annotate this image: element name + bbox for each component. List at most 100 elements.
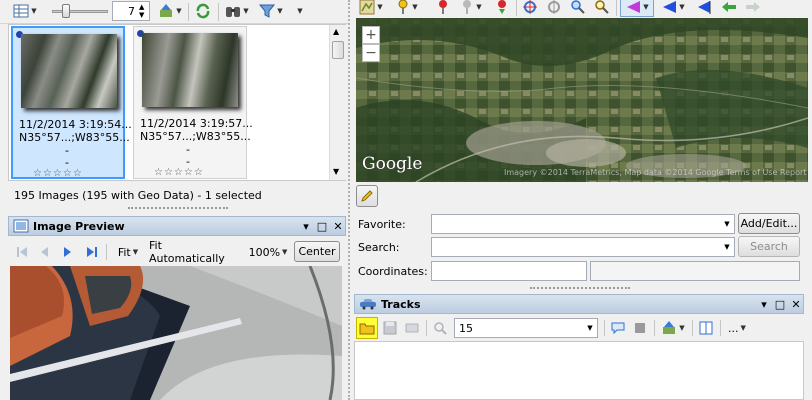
blue-track-button[interactable]: ▼: [656, 0, 690, 17]
chevron-down-icon: ▼: [243, 7, 249, 15]
pin-yellow-icon: [398, 0, 408, 14]
more-label: ...: [728, 321, 739, 335]
scroll-down-icon[interactable]: ▼: [333, 167, 339, 176]
import-arrow-icon: [663, 321, 676, 334]
track-import-button[interactable]: ▼: [658, 318, 688, 338]
scroll-up-icon[interactable]: ▲: [333, 27, 339, 36]
filter-button[interactable]: ▼: [256, 1, 286, 21]
skip-first-icon: [17, 247, 27, 257]
geotag-button[interactable]: [520, 0, 540, 17]
zoom-dropdown[interactable]: 100% ▼: [246, 242, 290, 262]
close-icon[interactable]: ✕: [331, 219, 345, 233]
vertical-splitter[interactable]: [348, 0, 351, 400]
binoculars-button[interactable]: ▼: [222, 1, 252, 21]
chevron-down-icon: ▼: [412, 3, 418, 11]
thumbnail-scrollbar[interactable]: ▲ ▼: [329, 25, 346, 180]
chevron-down-icon: ▼: [31, 7, 37, 15]
open-track-button[interactable]: [356, 317, 378, 339]
preview-image[interactable]: [10, 266, 342, 400]
maximize-icon[interactable]: □: [773, 297, 787, 311]
find-button[interactable]: [592, 0, 612, 17]
save-track-button[interactable]: [380, 318, 400, 338]
pin-red-icon: [439, 0, 447, 14]
blue-flag-button[interactable]: [692, 0, 714, 17]
map-zoom-out-button[interactable]: −: [362, 44, 380, 62]
first-image-button[interactable]: [12, 242, 32, 262]
locate-button[interactable]: [568, 0, 588, 17]
tracks-list[interactable]: [354, 341, 804, 400]
gray-pin-button[interactable]: ▼: [456, 0, 486, 17]
coordinates-secondary-input[interactable]: [590, 261, 800, 281]
plus-icon: +: [365, 27, 377, 43]
binoculars-icon: [226, 7, 241, 17]
favorite-dropdown[interactable]: ▼: [431, 214, 735, 234]
refresh-icon: [196, 3, 210, 19]
thumbnail-grid: 11/2/2014 3:19:54... N35°57...;W83°55...…: [8, 24, 346, 181]
triangle-magenta-icon: [627, 1, 641, 13]
coordinates-input[interactable]: [431, 261, 587, 281]
remove-geotag-button[interactable]: [544, 0, 564, 17]
scroll-thumb[interactable]: [332, 41, 344, 59]
folder-open-icon: [359, 323, 375, 335]
place-marker-button[interactable]: ▼: [392, 0, 422, 17]
previous-icon: [41, 247, 48, 257]
refresh-button[interactable]: [192, 1, 214, 21]
slider-handle[interactable]: [62, 4, 70, 18]
zoom-level-spinner[interactable]: 7 ▲ ▼: [112, 1, 150, 21]
stop-square-icon: [635, 323, 645, 333]
arrow-left-icon: [722, 2, 736, 12]
magenta-track-button[interactable]: ▼: [620, 0, 654, 17]
thumbnail-card-2[interactable]: 11/2/2014 3:19:57... N35°57...;W83°55...…: [133, 26, 253, 179]
chevron-down-icon: ▼: [724, 243, 730, 251]
splitter-grip[interactable]: [128, 207, 228, 210]
split-view-button[interactable]: [696, 318, 716, 338]
splitter-grip[interactable]: [530, 287, 630, 290]
red-pin-button[interactable]: [434, 0, 452, 17]
import-button[interactable]: ▼: [155, 1, 185, 21]
tracks-toolbar: 15 ▼ ▼ ... ▼: [354, 316, 804, 340]
forward-button[interactable]: [742, 0, 764, 17]
search-button[interactable]: Search: [738, 236, 800, 257]
fit-mode-label: Fit Automatically: [149, 239, 225, 265]
panel-title: Image Preview: [33, 219, 125, 233]
fit-automatically-button[interactable]: Fit Automatically: [148, 239, 242, 265]
add-edit-button[interactable]: Add/Edit...: [738, 213, 800, 234]
maximize-icon[interactable]: □: [315, 219, 329, 233]
satellite-map[interactable]: + − Google Imagery ©2014 TerraMetrics, M…: [356, 18, 808, 182]
red-green-pin-button[interactable]: [492, 0, 512, 17]
chevron-down-icon: ▼: [476, 3, 482, 11]
center-button[interactable]: Center: [294, 241, 340, 262]
more-options-button[interactable]: ... ▼: [724, 318, 750, 338]
last-image-button[interactable]: [82, 242, 102, 262]
filter-funnel-icon: [259, 4, 276, 18]
search-dropdown[interactable]: ▼: [431, 237, 735, 257]
thumbnail-card-1[interactable]: 11/2/2014 3:19:54... N35°57...;W83°55...…: [11, 26, 132, 179]
track-count-dropdown[interactable]: 15 ▼: [454, 318, 598, 338]
toolbar-overflow-button[interactable]: ▼: [290, 1, 308, 21]
zoom-percent-label: 100%: [248, 245, 281, 259]
grid-view-icon: [13, 4, 29, 18]
track-count-value: 15: [459, 321, 473, 335]
pin-dropdown-icon[interactable]: ▾: [299, 219, 313, 233]
back-button[interactable]: [718, 0, 740, 17]
track-search-button[interactable]: [430, 318, 450, 338]
chevron-down-icon: ▼: [132, 248, 139, 256]
view-mode-button[interactable]: ▼: [8, 1, 42, 21]
track-export-button[interactable]: [402, 318, 422, 338]
track-stop-button[interactable]: [630, 318, 650, 338]
add-edit-label: Add/Edit...: [740, 217, 798, 230]
triangle-blue-icon: [663, 1, 677, 13]
previous-image-button[interactable]: [34, 242, 54, 262]
thumbnail-size-slider[interactable]: [52, 4, 108, 18]
rating-stars[interactable]: ☆☆☆☆☆: [33, 168, 83, 179]
pin-dropdown-icon[interactable]: ▾: [757, 297, 771, 311]
preview-toolbar: Fit ▼ Fit Automatically 100% ▼ Center: [8, 239, 346, 265]
next-image-button[interactable]: [58, 242, 78, 262]
map-type-button[interactable]: ▼: [356, 0, 386, 17]
close-icon[interactable]: ✕: [789, 297, 803, 311]
map-zoom-in-button[interactable]: +: [362, 26, 380, 44]
fit-dropdown[interactable]: Fit ▼: [110, 242, 146, 262]
rating-stars[interactable]: ☆☆☆☆☆: [154, 167, 204, 178]
track-comment-button[interactable]: [608, 318, 628, 338]
edit-location-button[interactable]: [356, 185, 378, 207]
